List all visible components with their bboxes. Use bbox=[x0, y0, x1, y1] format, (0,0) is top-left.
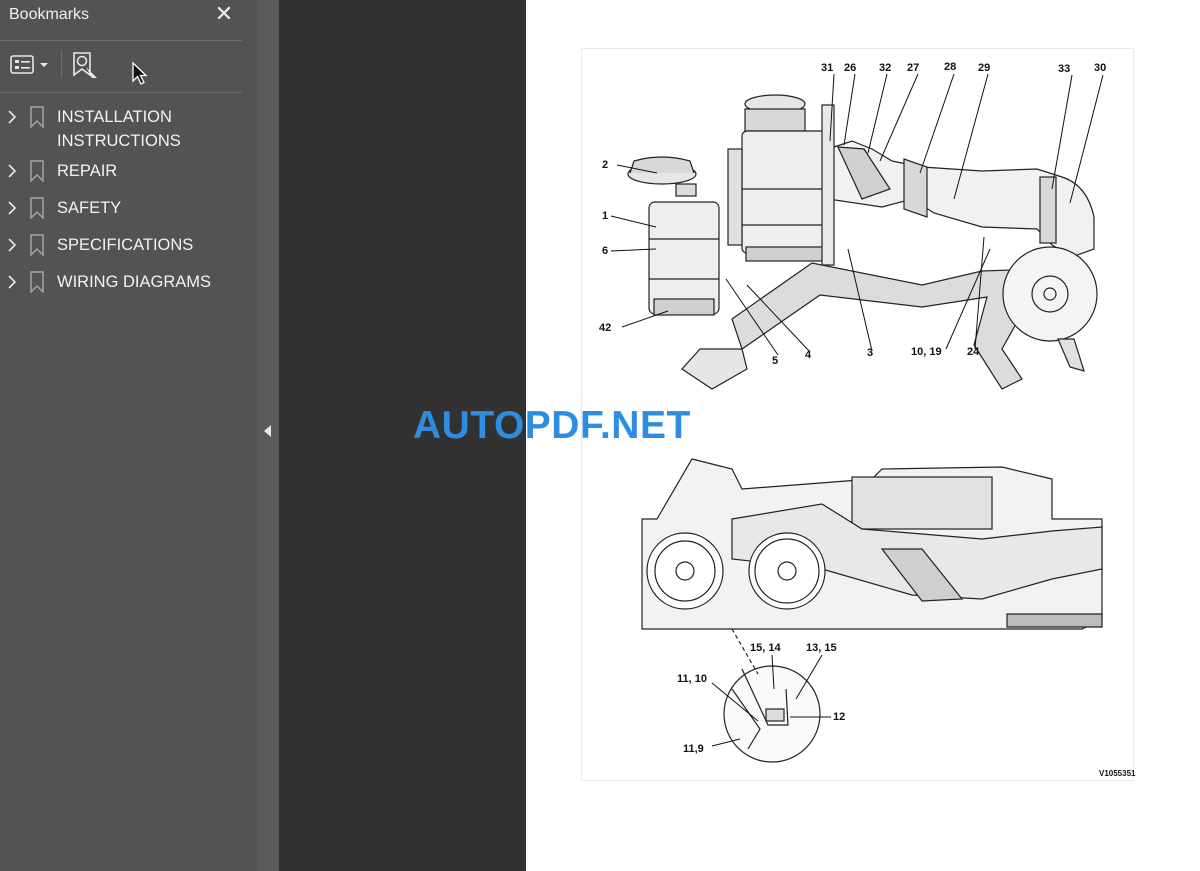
panel-title: Bookmarks bbox=[9, 6, 90, 23]
callout-label: 10, 19 bbox=[911, 346, 942, 358]
callout-label: 11, 10 bbox=[677, 673, 707, 685]
bookmark-label: SPECIFICATIONS bbox=[57, 236, 194, 254]
bookmark-icon bbox=[30, 234, 44, 256]
mouse-pointer-icon bbox=[131, 61, 149, 92]
divider bbox=[0, 40, 242, 41]
bookmark-label: WIRING DIAGRAMS bbox=[57, 273, 212, 291]
callout-label: 29 bbox=[978, 62, 991, 74]
bookmark-icon bbox=[30, 160, 44, 182]
bookmark-icon bbox=[30, 106, 44, 128]
callout-label: 32 bbox=[879, 62, 892, 74]
chevron-right-icon[interactable] bbox=[6, 236, 18, 254]
bookmark-options-button[interactable] bbox=[9, 53, 53, 77]
callout-label: 11,9 bbox=[683, 743, 704, 755]
callout-label: 24 bbox=[967, 346, 980, 358]
watermark-text: AUTOPDF.NET bbox=[413, 404, 691, 447]
bookmark-label: REPAIR bbox=[57, 162, 118, 180]
list-options-icon bbox=[10, 55, 48, 74]
bookmark-icon bbox=[30, 271, 44, 293]
figure-code: V1055351 bbox=[1099, 769, 1136, 778]
callout-label: 15, 14 bbox=[750, 642, 781, 654]
bookmark-icon bbox=[30, 197, 44, 219]
callout-label: 2 bbox=[602, 159, 609, 171]
callout-label: 1 bbox=[602, 210, 609, 222]
callout-label: 30 bbox=[1094, 62, 1107, 74]
bookmark-item-repair[interactable]: REPAIR bbox=[0, 159, 250, 185]
bookmark-item-installation-instructions[interactable]: INSTALLATION INSTRUCTIONS bbox=[0, 105, 250, 155]
bookmark-item-wiring-diagrams[interactable]: WIRING DIAGRAMS bbox=[0, 270, 250, 296]
close-panel-button[interactable]: ✕ bbox=[214, 3, 234, 25]
bookmark-label: INSTALLATION INSTRUCTIONS bbox=[57, 108, 181, 150]
bookmark-item-safety[interactable]: SAFETY bbox=[0, 196, 250, 222]
chevron-right-icon[interactable] bbox=[6, 108, 18, 126]
panel-splitter[interactable] bbox=[257, 0, 279, 871]
callout-label: 3 bbox=[867, 347, 874, 359]
chevron-right-icon[interactable] bbox=[6, 273, 18, 291]
callout-label: 27 bbox=[907, 62, 920, 74]
callout-label: 31 bbox=[821, 62, 834, 74]
chevron-right-icon[interactable] bbox=[6, 199, 18, 217]
toolbar-separator bbox=[61, 50, 62, 78]
find-bookmark-icon bbox=[73, 52, 97, 78]
callout-label: 5 bbox=[772, 355, 779, 367]
callout-label: 13, 15 bbox=[806, 642, 837, 654]
callout-label: 33 bbox=[1058, 63, 1071, 75]
callout-label: 28 bbox=[944, 61, 957, 73]
callout-label: 4 bbox=[805, 349, 812, 361]
bookmark-label: SAFETY bbox=[57, 199, 122, 217]
chevron-right-icon[interactable] bbox=[6, 162, 18, 180]
divider bbox=[0, 92, 242, 93]
find-current-bookmark-button[interactable] bbox=[71, 51, 99, 81]
collapse-panel-icon[interactable] bbox=[264, 425, 272, 437]
callout-label: 26 bbox=[844, 62, 857, 74]
callout-label: 12 bbox=[833, 711, 846, 723]
bookmarks-panel: Bookmarks ✕ INSTALLATION INSTRUCTIONS RE… bbox=[0, 0, 257, 871]
callout-label: 6 bbox=[602, 245, 609, 257]
callout-label: 42 bbox=[599, 322, 612, 334]
bookmark-item-specifications[interactable]: SPECIFICATIONS bbox=[0, 233, 250, 259]
